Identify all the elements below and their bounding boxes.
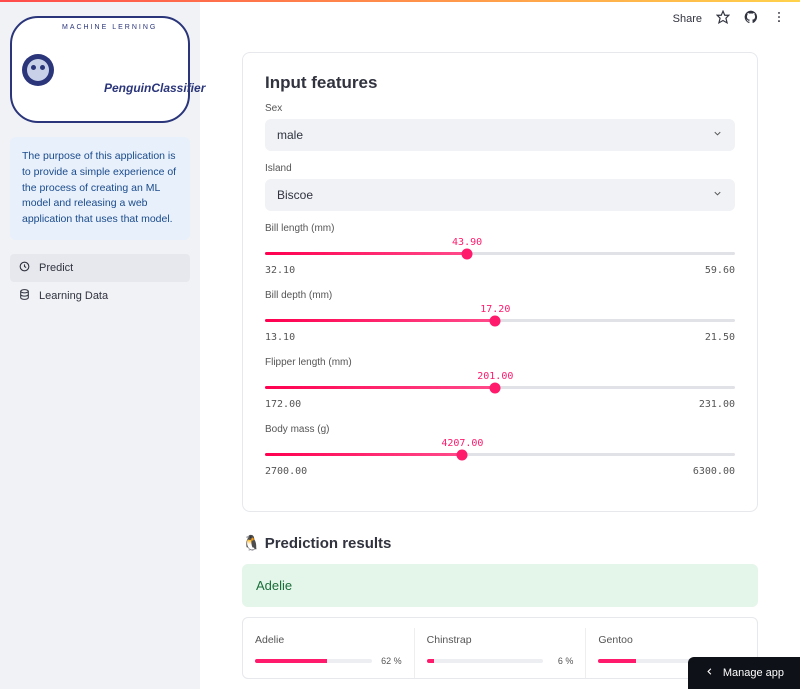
prob-label: Gentoo	[598, 634, 745, 646]
probability-card: Adelie62 %Chinstrap6 %Gentoo32 %	[242, 617, 758, 679]
slider-track[interactable]: 201.00	[265, 386, 735, 389]
slider-flipper-length-mm-: Flipper length (mm) 201.00 172.00 231.00	[265, 357, 735, 410]
slider-thumb[interactable]	[457, 449, 468, 460]
sex-value: male	[277, 128, 303, 142]
chevron-left-icon	[704, 666, 715, 680]
nav-item-predict[interactable]: Predict	[10, 254, 190, 282]
slider-label: Body mass (g)	[265, 424, 735, 435]
slider-min: 172.00	[265, 399, 301, 410]
slider-value: 4207.00	[441, 438, 483, 449]
prob-value: 6 %	[549, 656, 573, 666]
slider-min: 32.10	[265, 265, 295, 276]
prob-label: Adelie	[255, 634, 402, 646]
nav-label: Predict	[39, 262, 73, 274]
input-features-title: Input features	[265, 73, 735, 93]
nav-icon	[18, 288, 31, 304]
results-section: 🐧Prediction results Adelie Adelie 62 % Chi…	[242, 534, 758, 679]
menu-icon[interactable]	[772, 10, 786, 27]
prob-col-chinstrap: Chinstrap 6 %	[415, 628, 587, 678]
slider-thumb[interactable]	[462, 248, 473, 259]
slider-value: 201.00	[477, 371, 513, 382]
slider-max: 21.50	[705, 332, 735, 343]
slider-max: 6300.00	[693, 466, 735, 477]
slider-thumb[interactable]	[490, 315, 501, 326]
sidebar: MACHINE LERNING PenguinClassifier The pu…	[0, 2, 200, 689]
star-icon[interactable]	[716, 10, 730, 27]
slider-label: Bill depth (mm)	[265, 290, 735, 301]
slider-value: 17.20	[480, 304, 510, 315]
slider-label: Bill length (mm)	[265, 223, 735, 234]
input-features-card: Input features Sex male Island Biscoe Bi…	[242, 52, 758, 512]
island-select[interactable]: Biscoe	[265, 179, 735, 211]
slider-bill-length-mm-: Bill length (mm) 43.90 32.10 59.60	[265, 223, 735, 276]
slider-min: 13.10	[265, 332, 295, 343]
slider-value: 43.90	[452, 237, 482, 248]
penguin-icon	[22, 54, 54, 86]
share-link[interactable]: Share	[673, 13, 702, 25]
manage-app-button[interactable]: Manage app	[688, 657, 800, 689]
prob-col-adelie: Adelie 62 %	[243, 628, 415, 678]
nav-item-learning-data[interactable]: Learning Data	[10, 282, 190, 310]
sex-label: Sex	[265, 103, 735, 114]
logo: MACHINE LERNING PenguinClassifier	[10, 16, 190, 123]
sex-select[interactable]: male	[265, 119, 735, 151]
slider-track[interactable]: 17.20	[265, 319, 735, 322]
slider-bill-depth-mm-: Bill depth (mm) 17.20 13.10 21.50	[265, 290, 735, 343]
slider-max: 59.60	[705, 265, 735, 276]
slider-max: 231.00	[699, 399, 735, 410]
prob-bar	[427, 659, 544, 663]
nav-label: Learning Data	[39, 290, 108, 302]
nav-icon	[18, 260, 31, 276]
github-icon[interactable]	[744, 10, 758, 27]
chevron-down-icon	[712, 128, 723, 142]
sidebar-description: The purpose of this application is to pr…	[10, 137, 190, 240]
slider-min: 2700.00	[265, 466, 307, 477]
slider-body-mass-g-: Body mass (g) 4207.00 2700.00 6300.00	[265, 424, 735, 477]
prob-value: 62 %	[378, 656, 402, 666]
island-label: Island	[265, 163, 735, 174]
penguin-emoji-icon: 🐧	[242, 534, 261, 552]
main-content: Input features Sex male Island Biscoe Bi…	[200, 2, 800, 689]
predicted-species: Adelie	[242, 564, 758, 607]
results-title: 🐧Prediction results	[242, 534, 758, 552]
slider-track[interactable]: 4207.00	[265, 453, 735, 456]
slider-track[interactable]: 43.90	[265, 252, 735, 255]
slider-label: Flipper length (mm)	[265, 357, 735, 368]
island-value: Biscoe	[277, 188, 313, 202]
prob-bar	[255, 659, 372, 663]
slider-thumb[interactable]	[490, 382, 501, 393]
prob-label: Chinstrap	[427, 634, 574, 646]
top-toolbar: Share	[673, 10, 786, 27]
chevron-down-icon	[712, 188, 723, 202]
